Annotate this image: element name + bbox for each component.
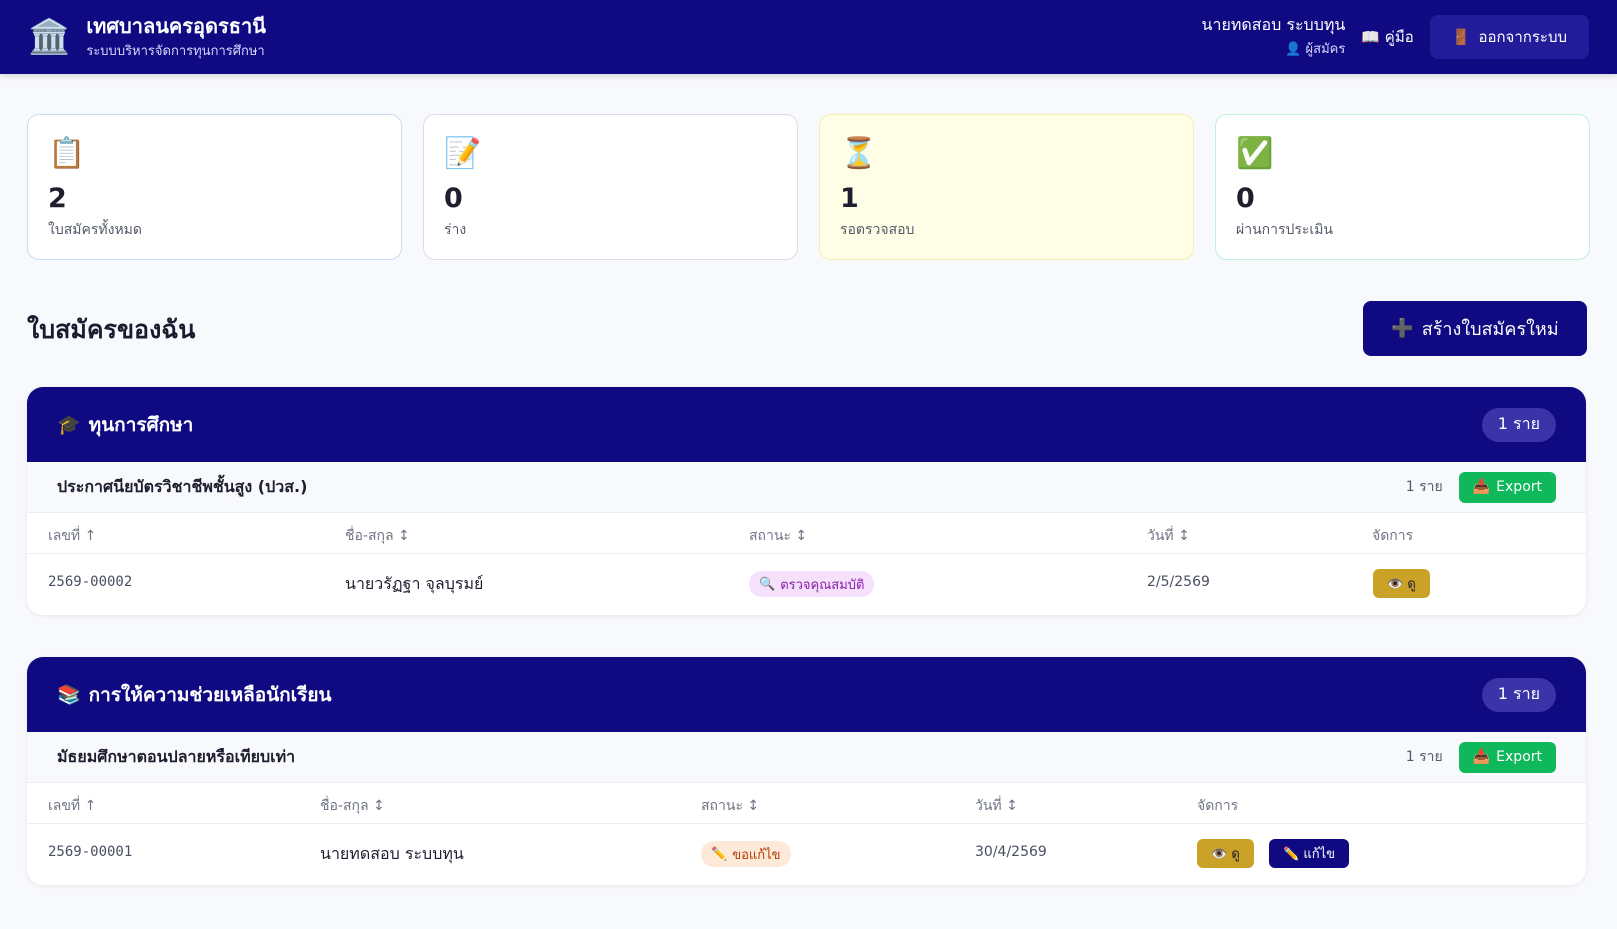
column-header-actions: จัดการ — [1197, 798, 1239, 814]
export-button[interactable]: 📥 Export — [1458, 471, 1556, 503]
door-icon: 🚪 — [1451, 28, 1471, 46]
table-header: เลขที่ ↑ ชื่อ-สกุล ↕ สถานะ ↕ วันที่ ↕ จั… — [27, 783, 1586, 824]
top-navbar: 🏛️ เทศบาลนครอุดรธานี ระบบบริหารจัดการทุน… — [0, 0, 1617, 74]
column-header-status[interactable]: สถานะ ↕ — [749, 525, 807, 547]
page-title: ใบสมัครของฉัน — [27, 315, 196, 344]
group-title: ทุนการศึกษา — [88, 413, 194, 436]
application-group-student-assistance: 📚 การให้ความช่วยเหลือนักเรียน 1 ราย มัธย… — [27, 657, 1586, 885]
stat-card-passed: ✅ 0 ผ่านการประเมิน — [1215, 114, 1590, 260]
export-label: Export — [1496, 749, 1542, 765]
edit-button[interactable]: ✏️ แก้ไข — [1269, 839, 1349, 868]
inbox-icon: 📥 — [1472, 749, 1491, 765]
create-application-label: สร้างใบสมัครใหม่ — [1421, 319, 1559, 340]
clipboard-icon: 📋 — [48, 136, 86, 171]
applicant-name: นายวรัฏฐา จุลบุรมย์ — [345, 574, 484, 593]
books-icon: 📚 — [57, 684, 81, 706]
stat-value: 2 — [48, 183, 67, 214]
graduation-cap-icon: 🎓 — [57, 414, 81, 436]
subgroup-title: มัธยมศึกษาตอนปลายหรือเทียบเท่า — [57, 746, 296, 766]
application-number: 2569-00001 — [48, 844, 133, 860]
table-row: 2569-00001 นายทดสอบ ระบบทุน ✏️ ขอแก้ไข 3… — [27, 824, 1586, 883]
stat-card-draft: 📝 0 ร่าง — [423, 114, 798, 260]
user-name: นายทดสอบ ระบบทุน — [1201, 15, 1346, 34]
status-label: ตรวจคุณสมบัติ — [780, 577, 865, 593]
stat-value: 0 — [1236, 183, 1255, 214]
column-header-actions: จัดการ — [1372, 528, 1414, 544]
stat-value: 0 — [444, 183, 463, 214]
application-number: 2569-00002 — [48, 574, 133, 590]
subgroup-count: 1 ราย — [1405, 749, 1443, 765]
view-button[interactable]: 👁️ ดู — [1373, 569, 1430, 598]
column-header-name[interactable]: ชื่อ-สกุล ↕ — [320, 795, 385, 817]
check-icon: ✅ — [1236, 136, 1274, 171]
stat-label: ใบสมัครทั้งหมด — [48, 222, 142, 238]
stat-label: รอตรวจสอบ — [840, 222, 915, 238]
pencil-icon: ✏️ — [711, 846, 728, 862]
logout-button[interactable]: 🚪 ออกจากระบบ — [1429, 15, 1589, 59]
create-application-button[interactable]: ➕ สร้างใบสมัครใหม่ — [1363, 301, 1587, 356]
export-button[interactable]: 📥 Export — [1458, 741, 1556, 773]
application-date: 2/5/2569 — [1147, 574, 1210, 590]
stat-card-pending: ⏳ 1 รอตรวจสอบ — [819, 114, 1194, 260]
app-subtitle: ระบบบริหารจัดการทุนการศึกษา — [86, 43, 265, 59]
stats-row: 📋 2 ใบสมัครทั้งหมด 📝 0 ร่าง ⏳ 1 รอตรวจสอ… — [27, 114, 1590, 260]
subgroup-header: มัธยมศึกษาตอนปลายหรือเทียบเท่า 1 ราย 📥 E… — [27, 732, 1586, 783]
column-header-number[interactable]: เลขที่ ↑ — [48, 525, 96, 547]
user-role: 👤 ผู้สมัคร — [1285, 42, 1346, 57]
subgroup-count: 1 ราย — [1405, 479, 1443, 495]
column-header-date[interactable]: วันที่ ↕ — [1147, 525, 1190, 547]
group-count-badge: 1 ราย — [1481, 407, 1556, 442]
application-group-scholarship: 🎓 ทุนการศึกษา 1 ราย ประกาศนียบัตรวิชาชีพ… — [27, 387, 1586, 615]
status-badge: 🔍 ตรวจคุณสมบัติ — [749, 571, 875, 597]
user-info: นายทดสอบ ระบบทุน 👤 ผู้สมัคร — [1202, 15, 1346, 59]
table-row: 2569-00002 นายวรัฏฐา จุลบุรมย์ 🔍 ตรวจคุณ… — [27, 554, 1586, 613]
inbox-icon: 📥 — [1472, 479, 1491, 495]
column-header-number[interactable]: เลขที่ ↑ — [48, 795, 96, 817]
stat-label: ผ่านการประเมิน — [1236, 222, 1334, 238]
application-date: 30/4/2569 — [975, 844, 1047, 860]
column-header-date[interactable]: วันที่ ↕ — [975, 795, 1018, 817]
brand[interactable]: 🏛️ เทศบาลนครอุดรธานี ระบบบริหารจัดการทุน… — [28, 14, 266, 61]
applicant-name: นายทดสอบ ระบบทุน — [320, 844, 464, 863]
stat-label: ร่าง — [444, 222, 467, 238]
group-header: 📚 การให้ความช่วยเหลือนักเรียน 1 ราย — [27, 657, 1586, 732]
status-badge: ✏️ ขอแก้ไข — [701, 841, 791, 867]
manual-link[interactable]: 📖 คู่มือ — [1361, 25, 1413, 49]
plus-icon: ➕ — [1391, 318, 1414, 339]
logout-label: ออกจากระบบ — [1478, 28, 1567, 46]
group-title: การให้ความช่วยเหลือนักเรียน — [88, 683, 332, 706]
status-label: ขอแก้ไข — [732, 847, 781, 863]
export-label: Export — [1496, 479, 1542, 495]
magnifier-icon: 🔍 — [759, 576, 776, 592]
column-header-name[interactable]: ชื่อ-สกุล ↕ — [345, 525, 410, 547]
stat-card-total: 📋 2 ใบสมัครทั้งหมด — [27, 114, 402, 260]
stat-value: 1 — [840, 183, 859, 214]
memo-icon: 📝 — [444, 136, 482, 171]
table-header: เลขที่ ↑ ชื่อ-สกุล ↕ สถานะ ↕ วันที่ ↕ จั… — [27, 513, 1586, 554]
building-icon: 🏛️ — [28, 17, 71, 57]
hourglass-icon: ⏳ — [840, 136, 878, 171]
subgroup-title: ประกาศนียบัตรวิชาชีพชั้นสูง (ปวส.) — [57, 476, 308, 496]
group-header: 🎓 ทุนการศึกษา 1 ราย — [27, 387, 1586, 462]
app-title: เทศบาลนครอุดรธานี — [86, 13, 266, 38]
subgroup-header: ประกาศนียบัตรวิชาชีพชั้นสูง (ปวส.) 1 ราย… — [27, 462, 1586, 513]
view-button[interactable]: 👁️ ดู — [1197, 839, 1254, 868]
group-count-badge: 1 ราย — [1481, 677, 1556, 712]
column-header-status[interactable]: สถานะ ↕ — [701, 795, 759, 817]
